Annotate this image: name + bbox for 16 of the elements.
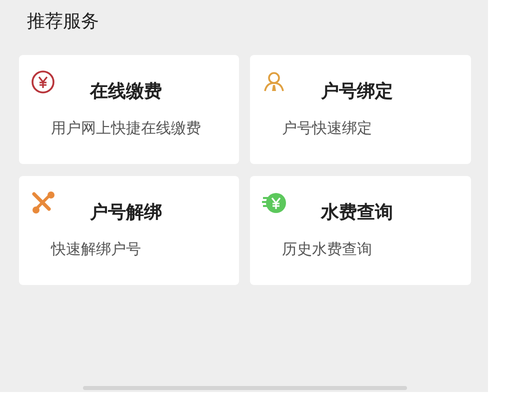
section-title: 推荐服务	[27, 10, 100, 34]
service-card[interactable]: 水费查询 历史水费查询	[250, 176, 471, 285]
coin-icon	[261, 190, 287, 216]
service-description: 快速解绑户号	[51, 239, 142, 259]
service-title: 户号解绑	[90, 201, 162, 225]
service-description: 历史水费查询	[282, 239, 373, 259]
service-title: 在线缴费	[90, 80, 162, 104]
service-title: 水费查询	[321, 201, 393, 225]
tools-icon	[30, 190, 56, 216]
service-card[interactable]: 在线缴费 用户网上快捷在线缴费	[19, 55, 239, 164]
service-card[interactable]: 户号解绑 快速解绑户号	[19, 176, 239, 285]
service-title: 户号绑定	[321, 80, 393, 104]
coin-icon	[30, 69, 56, 95]
service-description: 用户网上快捷在线缴费	[51, 118, 202, 138]
service-card[interactable]: 户号绑定 户号快速绑定	[250, 55, 471, 164]
service-description: 户号快速绑定	[282, 118, 373, 138]
